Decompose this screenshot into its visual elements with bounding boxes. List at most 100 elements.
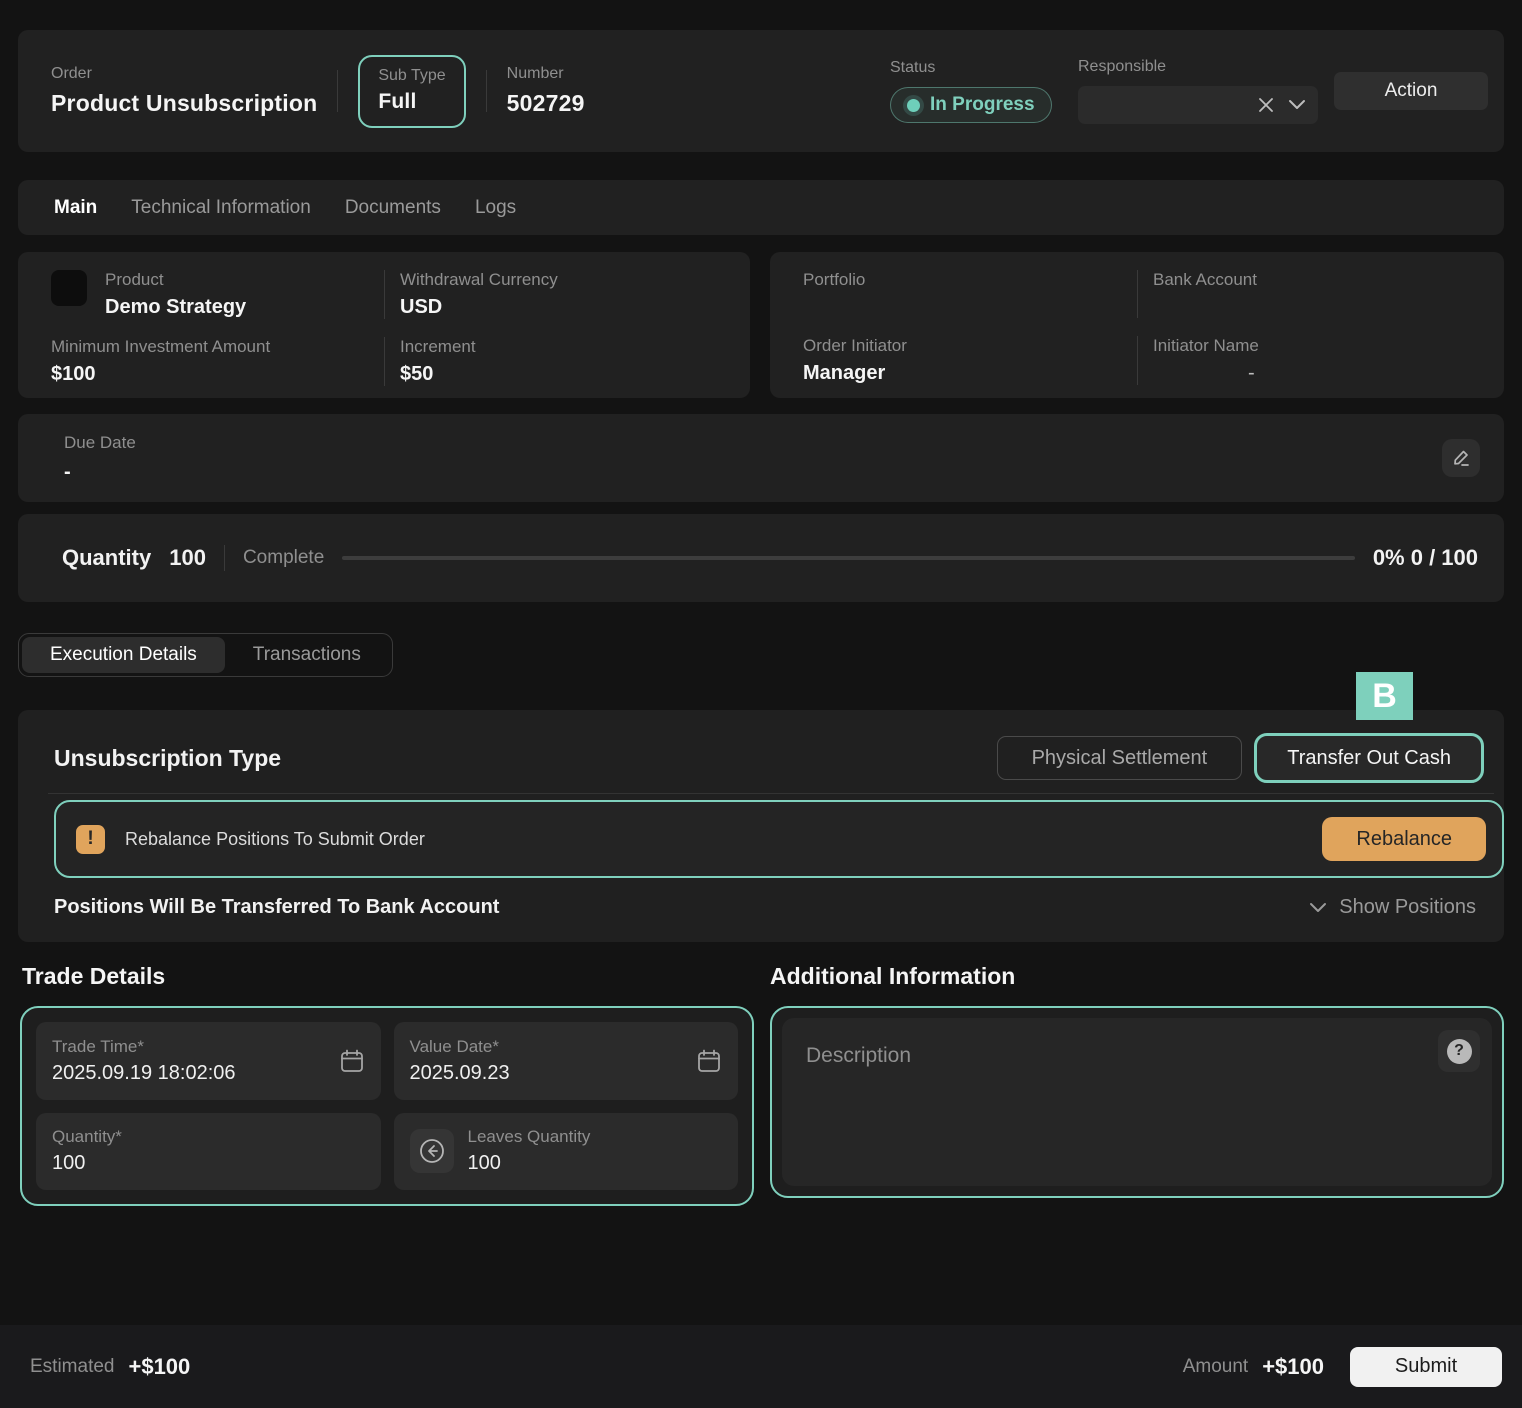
trade-time-value: 2025.09.19 18:02:06 bbox=[52, 1062, 339, 1085]
quantity-field[interactable]: Quantity* 100 bbox=[36, 1113, 381, 1191]
trade-time-label: Trade Time* bbox=[52, 1037, 339, 1057]
unsubscription-type-title: Unsubscription Type bbox=[54, 745, 281, 772]
due-date-card: Due Date - bbox=[18, 414, 1504, 502]
copy-leaves-quantity-button[interactable] bbox=[410, 1129, 454, 1173]
description-input[interactable] bbox=[782, 1018, 1492, 1186]
view-switcher: Execution Details Transactions bbox=[18, 633, 393, 677]
order-header: Order Product Unsubscription Sub Type Fu… bbox=[18, 30, 1504, 152]
trade-details-panel: Trade Time* 2025.09.19 18:02:06 Value Da… bbox=[20, 1006, 754, 1206]
withdrawal-currency-cell: Withdrawal Currency USD bbox=[384, 270, 750, 319]
responsible-label: Responsible bbox=[1078, 58, 1318, 76]
value-date-field[interactable]: Value Date* 2025.09.23 bbox=[394, 1022, 739, 1100]
bank-account-cell: Bank Account bbox=[1137, 270, 1504, 318]
help-icon: ? bbox=[1447, 1039, 1472, 1064]
annotation-badge-b: B bbox=[1356, 672, 1413, 720]
bank-account-label: Bank Account bbox=[1153, 270, 1257, 290]
rebalance-button[interactable]: Rebalance bbox=[1322, 817, 1486, 861]
status-label: Status bbox=[890, 59, 1068, 77]
product-cell: Product Demo Strategy bbox=[18, 270, 384, 319]
show-positions-toggle[interactable]: Show Positions bbox=[1309, 896, 1476, 919]
number-label: Number bbox=[507, 65, 585, 83]
quantity-progress-text: 0% 0 / 100 bbox=[1373, 545, 1478, 571]
increment-label: Increment bbox=[400, 337, 476, 357]
increment-cell: Increment $50 bbox=[384, 337, 750, 386]
product-avatar bbox=[51, 270, 87, 306]
quantity-value: 100 bbox=[169, 545, 206, 571]
order-initiator-value: Manager bbox=[803, 362, 907, 385]
order-title-block: Order Product Unsubscription bbox=[51, 65, 317, 117]
estimated-label: Estimated bbox=[30, 1356, 114, 1378]
subtype-label: Sub Type bbox=[378, 67, 445, 85]
product-panel: Product Demo Strategy Withdrawal Currenc… bbox=[18, 252, 750, 398]
amount-value: +$100 bbox=[1262, 1354, 1324, 1380]
physical-settlement-button[interactable]: Physical Settlement bbox=[997, 736, 1243, 780]
tab-main[interactable]: Main bbox=[54, 197, 97, 219]
increment-value: $50 bbox=[400, 363, 476, 386]
status-value: In Progress bbox=[930, 94, 1035, 116]
tab-execution-details[interactable]: Execution Details bbox=[22, 637, 225, 673]
quantity-progress-track bbox=[342, 556, 1355, 560]
quantity-label: Quantity bbox=[62, 545, 151, 571]
edit-pencil-icon bbox=[1451, 448, 1471, 468]
arrow-left-circle-icon bbox=[418, 1137, 446, 1165]
portfolio-cell: Portfolio bbox=[770, 270, 1137, 318]
due-date-value: - bbox=[64, 461, 136, 484]
value-date-label: Value Date* bbox=[410, 1037, 697, 1057]
leaves-quantity-label: Leaves Quantity bbox=[468, 1127, 723, 1147]
header-divider bbox=[486, 70, 487, 112]
positions-row: Positions Will Be Transferred To Bank Ac… bbox=[54, 896, 1476, 919]
page-title: Product Unsubscription bbox=[51, 90, 317, 117]
tab-transactions[interactable]: Transactions bbox=[225, 637, 389, 673]
show-positions-label: Show Positions bbox=[1339, 896, 1476, 919]
number-value: 502729 bbox=[507, 90, 585, 117]
warning-icon: ! bbox=[76, 825, 105, 854]
additional-information-panel: ? bbox=[770, 1006, 1504, 1198]
action-button[interactable]: Action bbox=[1334, 72, 1488, 110]
trade-time-field[interactable]: Trade Time* 2025.09.19 18:02:06 bbox=[36, 1022, 381, 1100]
status-block: Status In Progress bbox=[890, 59, 1068, 123]
header-divider bbox=[337, 70, 338, 112]
order-initiator-cell: Order Initiator Manager bbox=[770, 336, 1137, 385]
initiator-name-label: Initiator Name bbox=[1153, 336, 1259, 356]
portfolio-value bbox=[803, 296, 865, 318]
responsible-block: Responsible bbox=[1078, 58, 1318, 124]
quantity-field-label: Quantity* bbox=[52, 1127, 365, 1147]
calendar-icon[interactable] bbox=[339, 1048, 365, 1074]
transfer-out-cash-button[interactable]: Transfer Out Cash bbox=[1254, 733, 1484, 783]
chevron-down-icon bbox=[1309, 902, 1327, 914]
status-badge: In Progress bbox=[890, 87, 1052, 123]
subtype-badge: Sub Type Full bbox=[358, 55, 465, 128]
tab-logs[interactable]: Logs bbox=[475, 197, 516, 219]
additional-information-title: Additional Information bbox=[770, 963, 1015, 990]
quantity-card: Quantity 100 Complete 0% 0 / 100 bbox=[18, 514, 1504, 602]
min-investment-value: $100 bbox=[51, 363, 270, 386]
value-date-value: 2025.09.23 bbox=[410, 1062, 697, 1085]
responsible-select[interactable] bbox=[1078, 86, 1318, 124]
tab-technical-information[interactable]: Technical Information bbox=[131, 197, 311, 219]
submit-button[interactable]: Submit bbox=[1350, 1347, 1502, 1387]
status-dot-icon bbox=[907, 99, 920, 112]
clear-icon[interactable] bbox=[1258, 97, 1274, 113]
rebalance-warning-banner: ! Rebalance Positions To Submit Order Re… bbox=[54, 800, 1504, 878]
positions-transfer-text: Positions Will Be Transferred To Bank Ac… bbox=[54, 896, 499, 919]
unsubscription-section: B Unsubscription Type Physical Settlemen… bbox=[18, 710, 1504, 942]
chevron-down-icon[interactable] bbox=[1288, 99, 1306, 111]
product-label: Product bbox=[105, 270, 246, 290]
portfolio-panel: Portfolio Bank Account Order Initiator M… bbox=[770, 252, 1504, 398]
calendar-icon[interactable] bbox=[696, 1048, 722, 1074]
portfolio-label: Portfolio bbox=[803, 270, 865, 290]
subtype-value: Full bbox=[378, 90, 445, 114]
order-initiator-label: Order Initiator bbox=[803, 336, 907, 356]
min-investment-cell: Minimum Investment Amount $100 bbox=[18, 337, 384, 386]
product-value: Demo Strategy bbox=[105, 296, 246, 319]
section-divider bbox=[48, 793, 1494, 794]
rebalance-warning-text: Rebalance Positions To Submit Order bbox=[125, 829, 425, 850]
help-button[interactable]: ? bbox=[1438, 1030, 1480, 1072]
edit-due-date-button[interactable] bbox=[1442, 439, 1480, 477]
leaves-quantity-value: 100 bbox=[468, 1152, 723, 1175]
due-date-label: Due Date bbox=[64, 433, 136, 453]
tab-documents[interactable]: Documents bbox=[345, 197, 441, 219]
initiator-name-value: - bbox=[1153, 362, 1259, 385]
bank-account-value bbox=[1153, 296, 1257, 318]
quantity-field-value: 100 bbox=[52, 1152, 365, 1175]
